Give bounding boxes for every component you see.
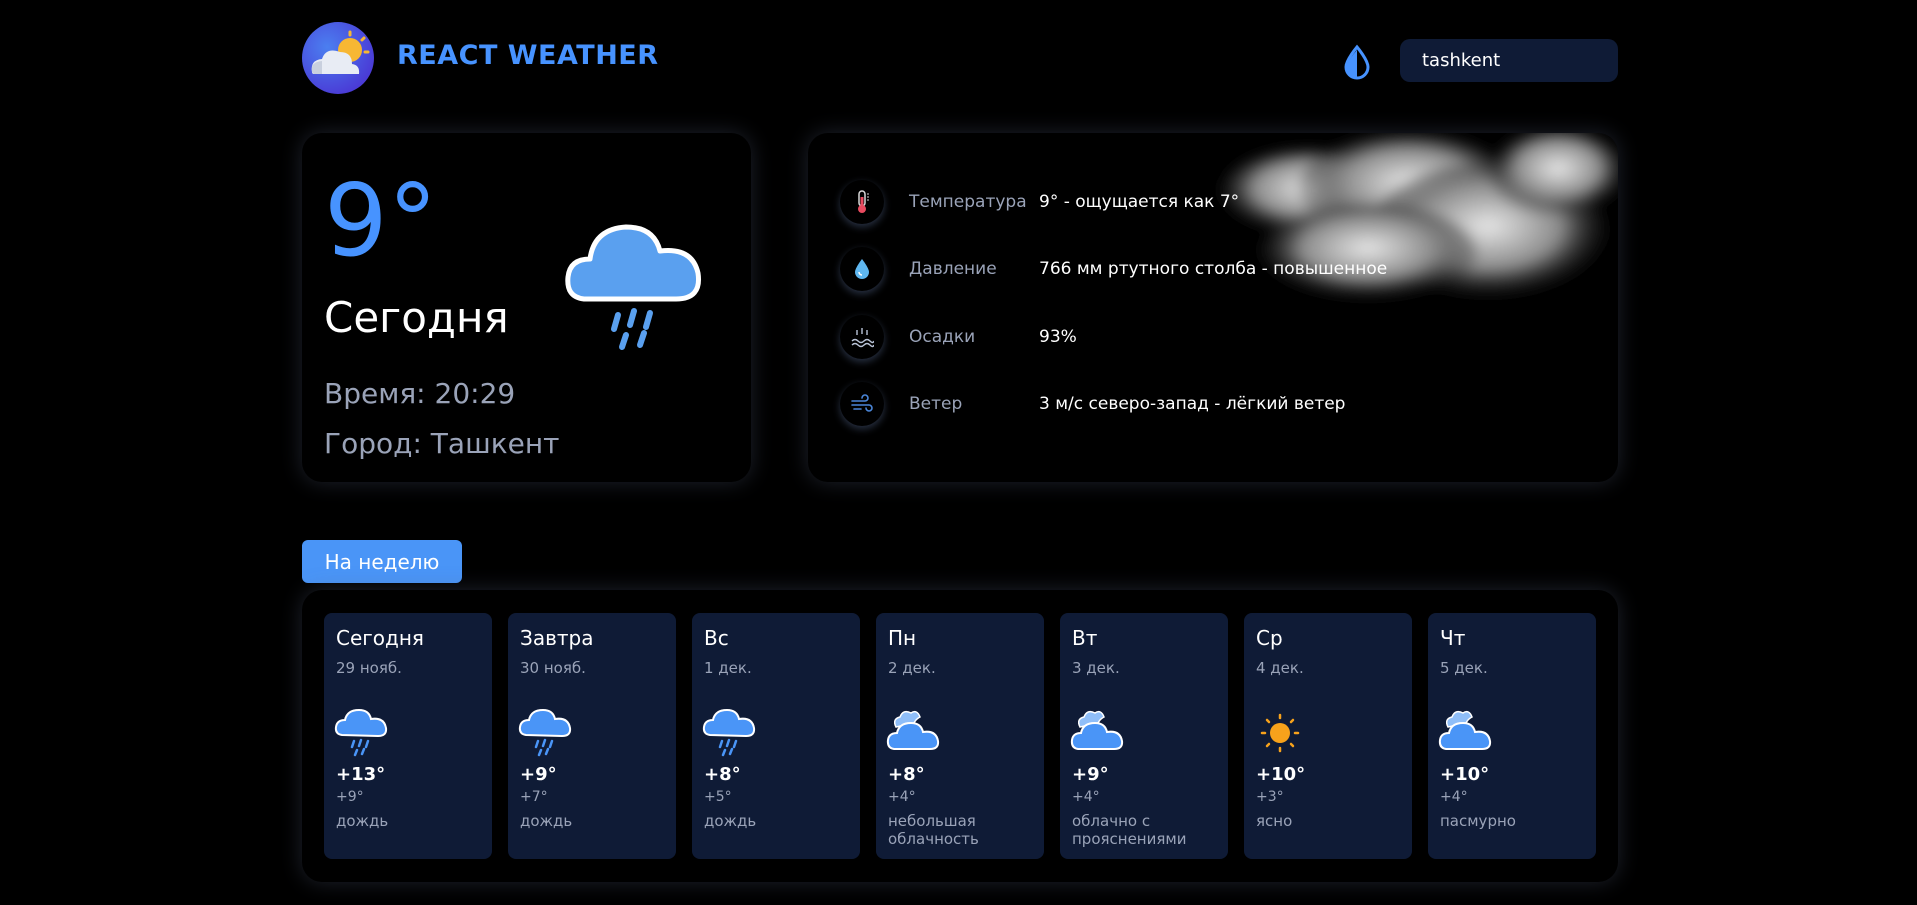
day-description: дождь <box>336 812 389 830</box>
detail-row-pressure: Давление 766 мм ртутного столба - повыше… <box>840 245 1580 295</box>
day-min-temp: +4° <box>888 789 916 805</box>
day-name: Завтра <box>520 626 594 650</box>
day-description: ясно <box>1256 812 1293 830</box>
thermometer-icon <box>840 180 884 224</box>
day-max-temp: +10° <box>1440 764 1490 785</box>
today-card: 9° Сегодня Время: 20:29 Город: Ташкент <box>302 133 751 482</box>
today-city: Город: Ташкент <box>324 427 560 460</box>
logo-icon <box>302 22 374 94</box>
day-card-6[interactable]: Чт 5 дек. +10° +4° пасмурно <box>1428 613 1596 859</box>
day-name: Чт <box>1440 626 1466 650</box>
day-description: небольшая облачность <box>888 812 979 848</box>
cloudy-icon <box>1438 705 1494 761</box>
day-name: Сегодня <box>336 626 424 650</box>
detail-row-temperature: Температура 9° - ощущается как 7° <box>840 178 1580 228</box>
day-card-0[interactable]: Сегодня 29 нояб. +13° +9° дождь <box>324 613 492 859</box>
day-date: 1 дек. <box>704 659 752 677</box>
day-min-temp: +3° <box>1256 789 1284 805</box>
day-max-temp: +9° <box>1072 764 1109 785</box>
day-card-4[interactable]: Вт 3 дек. +9° +4° облачно с прояснениями <box>1060 613 1228 859</box>
detail-value: 3 м/с северо-запад - лёгкий ветер <box>1039 394 1346 414</box>
day-max-temp: +8° <box>888 764 925 785</box>
day-card-1[interactable]: Завтра 30 нояб. +9° +7° дождь <box>508 613 676 859</box>
cloudy-icon <box>886 705 942 761</box>
day-description: пасмурно <box>1440 812 1516 830</box>
detail-row-wind: Ветер 3 м/с северо-запад - лёгкий ветер <box>840 380 1580 430</box>
day-date: 29 нояб. <box>336 659 402 677</box>
today-label: Сегодня <box>324 293 509 342</box>
precipitation-icon <box>840 315 884 359</box>
app-root: REACT WEATHER 9° Сегодня Время: 20:29 Го… <box>0 0 1917 905</box>
rain-icon <box>334 705 390 761</box>
city-search-input[interactable] <box>1400 39 1618 82</box>
day-description: облачно с прояснениями <box>1072 812 1187 848</box>
detail-name: Температура <box>909 192 1027 212</box>
droplet-icon <box>840 247 884 291</box>
detail-row-precipitation: Осадки 93% <box>840 313 1580 363</box>
rain-icon <box>518 705 574 761</box>
day-min-temp: +7° <box>520 789 548 805</box>
week-forecast-card: Сегодня 29 нояб. +13° +9° дождь Завтра 3… <box>302 590 1618 882</box>
day-min-temp: +4° <box>1440 789 1468 805</box>
cloud-background-image <box>1218 133 1618 303</box>
day-card-5[interactable]: Ср 4 дек. +10° +3° ясно <box>1244 613 1412 859</box>
day-name: Вс <box>704 626 729 650</box>
today-time: Время: 20:29 <box>324 377 516 410</box>
cloudy-icon <box>1070 705 1126 761</box>
day-name: Вт <box>1072 626 1098 650</box>
day-date: 30 нояб. <box>520 659 586 677</box>
day-date: 2 дек. <box>888 659 936 677</box>
day-card-3[interactable]: Пн 2 дек. +8° +4° небольшая облачность <box>876 613 1044 859</box>
day-max-temp: +10° <box>1256 764 1306 785</box>
detail-value: 766 мм ртутного столба - повышенное <box>1039 259 1388 279</box>
details-card: Температура 9° - ощущается как 7° Давлен… <box>808 133 1618 482</box>
theme-toggle-icon[interactable] <box>1342 44 1372 80</box>
rain-icon <box>702 705 758 761</box>
detail-name: Давление <box>909 259 997 279</box>
day-name: Ср <box>1256 626 1283 650</box>
day-card-2[interactable]: Вс 1 дек. +8° +5° дождь <box>692 613 860 859</box>
detail-value: 9° - ощущается как 7° <box>1039 192 1240 212</box>
detail-name: Осадки <box>909 327 976 347</box>
today-temperature: 9° <box>324 162 438 279</box>
day-description: дождь <box>520 812 573 830</box>
day-max-temp: +8° <box>704 764 741 785</box>
day-date: 3 дек. <box>1072 659 1120 677</box>
day-max-temp: +9° <box>520 764 557 785</box>
day-date: 5 дек. <box>1440 659 1488 677</box>
sun-icon <box>1254 705 1310 761</box>
day-min-temp: +5° <box>704 789 732 805</box>
day-description: дождь <box>704 812 757 830</box>
day-date: 4 дек. <box>1256 659 1304 677</box>
day-min-temp: +4° <box>1072 789 1100 805</box>
day-max-temp: +13° <box>336 764 386 785</box>
day-name: Пн <box>888 626 917 650</box>
day-min-temp: +9° <box>336 789 364 805</box>
detail-name: Ветер <box>909 394 963 414</box>
brand-title: REACT WEATHER <box>397 40 659 71</box>
rain-icon <box>564 199 712 359</box>
tab-week[interactable]: На неделю <box>302 540 462 583</box>
detail-value: 93% <box>1039 327 1077 347</box>
wind-icon <box>840 382 884 426</box>
